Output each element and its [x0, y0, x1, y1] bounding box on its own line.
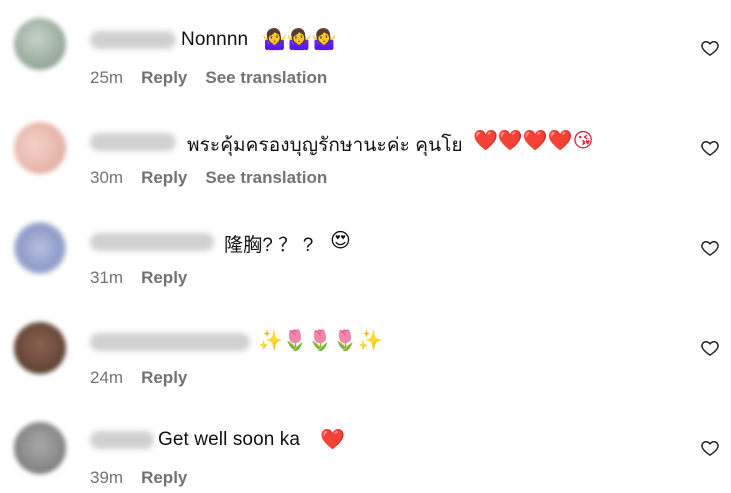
like-heart-icon[interactable] [700, 438, 720, 458]
comment-item: Get well soon ka ❤️ 39m Reply [0, 400, 731, 493]
username-redacted[interactable] [90, 233, 214, 251]
comment-emojis: 😍 [330, 228, 351, 252]
comment-emojis: ✨🌷🌷🌷✨ [258, 328, 383, 352]
username-redacted[interactable] [90, 431, 154, 449]
comment-text: Get well soon ka [158, 429, 301, 450]
timestamp: 25m [90, 68, 124, 87]
username-redacted[interactable] [90, 133, 176, 151]
reply-button[interactable]: Reply [141, 268, 187, 287]
like-heart-icon[interactable] [700, 238, 720, 258]
comment-list: Nonnnn 🤷‍♀️🤷‍♀️🤷‍♀️ 25m Reply See translat… [0, 0, 731, 493]
comment-item: 隆胸? ？ ? 😍 31m Reply [0, 200, 731, 296]
comment-item: พระคุ้มครองบุญรักษานะค่ะ คุนโย ❤️❤️❤️❤️😘… [0, 100, 731, 196]
reply-button[interactable]: Reply [141, 68, 187, 87]
comment-meta: 39m Reply [90, 468, 187, 488]
comment-emojis: ❤️❤️❤️❤️😘 [473, 128, 594, 152]
comment-text: พระคุ้มครองบุญรักษานะค่ะ คุนโย [187, 135, 463, 156]
timestamp: 24m [90, 368, 124, 387]
username-redacted[interactable] [90, 31, 176, 49]
avatar[interactable] [14, 18, 66, 70]
comment-item: Nonnnn 🤷‍♀️🤷‍♀️🤷‍♀️ 25m Reply See translat… [0, 0, 731, 96]
reply-button[interactable]: Reply [141, 168, 187, 187]
comment-meta: 25m Reply See translation [90, 68, 327, 88]
comment-meta: 24m Reply [90, 368, 187, 388]
avatar[interactable] [14, 222, 66, 274]
like-heart-icon[interactable] [700, 138, 720, 158]
timestamp: 31m [90, 268, 124, 287]
like-heart-icon[interactable] [700, 338, 720, 358]
avatar[interactable] [14, 322, 66, 374]
see-translation-button[interactable]: See translation [205, 168, 327, 187]
timestamp: 30m [90, 168, 124, 187]
comment-meta: 30m Reply See translation [90, 168, 327, 188]
see-translation-button[interactable]: See translation [205, 68, 327, 87]
like-heart-icon[interactable] [700, 38, 720, 58]
comment-item: ✨🌷🌷🌷✨ 24m Reply [0, 300, 731, 396]
avatar[interactable] [14, 122, 66, 174]
comment-text: 隆胸? ？ ? [224, 235, 314, 256]
comment-meta: 31m Reply [90, 268, 187, 288]
timestamp: 39m [90, 468, 124, 487]
avatar[interactable] [14, 422, 66, 474]
comment-emojis: ❤️ [320, 427, 345, 451]
comment-emojis: 🤷‍♀️🤷‍♀️🤷‍♀️ [262, 27, 337, 51]
reply-button[interactable]: Reply [141, 468, 187, 487]
reply-button[interactable]: Reply [141, 368, 187, 387]
username-redacted[interactable] [90, 333, 250, 351]
comment-text: Nonnnn [181, 29, 249, 50]
